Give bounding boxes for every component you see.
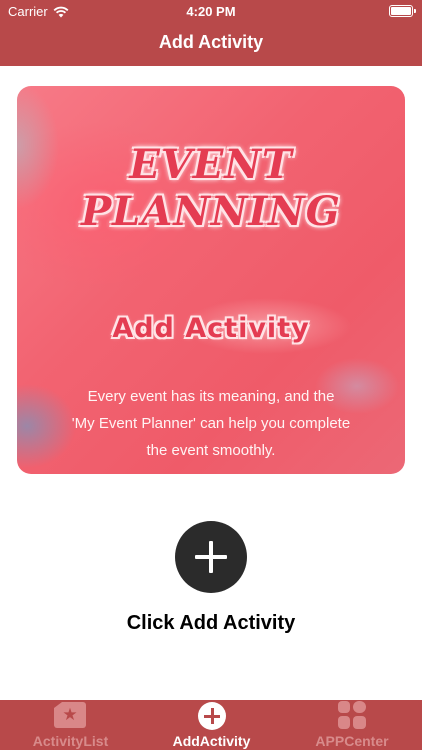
star-icon: ★ — [54, 702, 86, 728]
tab-label: AddActivity — [172, 733, 251, 749]
grid-icon — [338, 701, 366, 729]
banner-logo: EVENT PLANNING — [81, 141, 341, 235]
navigation-header: Carrier 4:20 PM Add Activity — [0, 0, 422, 66]
tab-app-center[interactable]: APPCenter — [282, 700, 422, 750]
banner-description-line: 'My Event Planner' can help you complete — [71, 415, 351, 432]
banner-description: Every event has its meaning, and the 'My… — [47, 383, 375, 464]
plus-icon — [195, 541, 227, 573]
add-circle-icon — [198, 702, 226, 730]
page-title: Add Activity — [158, 32, 264, 52]
status-bar: Carrier 4:20 PM — [0, 0, 422, 22]
tab-add-activity[interactable]: AddActivity — [141, 700, 282, 750]
add-activity-label: Click Add Activity — [126, 612, 296, 634]
banner-description-line: the event smoothly. — [146, 442, 276, 459]
add-activity-button[interactable] — [175, 521, 247, 593]
tab-activity-list[interactable]: ★ ActivityList — [0, 700, 141, 750]
status-time: 4:20 PM — [186, 4, 236, 19]
banner-heading: Add Activity — [112, 313, 310, 344]
tab-bar: ★ ActivityList AddActivity APPCenter — [0, 700, 422, 750]
tab-label: ActivityList — [32, 733, 109, 749]
tab-label: APPCenter — [315, 733, 389, 749]
battery-icon — [389, 5, 416, 17]
banner-description-line: Every event has its meaning, and the — [87, 388, 335, 405]
event-planning-banner: EVENT PLANNING Add Activity Every event … — [17, 86, 405, 474]
